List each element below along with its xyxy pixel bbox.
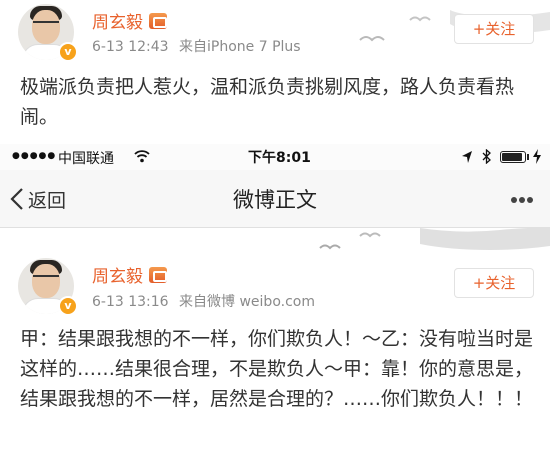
weibo-post-top: v 周玄毅 6-13 12:43 来自iPhone 7 Plus +关注 极端派… xyxy=(0,0,550,138)
bluetooth-icon xyxy=(482,149,491,164)
battery-level xyxy=(502,153,522,161)
author-name[interactable]: 周玄毅 xyxy=(92,8,143,33)
carrier-name: 中国联通 xyxy=(58,151,114,167)
nav-bar: 返回 微博正文 xyxy=(0,170,550,228)
post-text: 甲：结果跟我想的不一样，你们欺负人！～乙：没有啦当时是这样的……结果很合理，不是… xyxy=(20,328,534,410)
charging-bolt-icon xyxy=(533,149,541,164)
wifi-icon xyxy=(134,150,150,163)
battery-tip xyxy=(527,154,529,160)
post-time: 6-13 12:43 xyxy=(92,39,169,55)
verified-badge-icon: v xyxy=(58,296,78,316)
member-icon xyxy=(149,12,167,29)
status-bar: ●●●●● 中国联通 下午8:01 xyxy=(0,144,550,170)
author-name-row: 周玄毅 xyxy=(92,262,167,287)
battery-icon xyxy=(500,151,526,163)
author-name[interactable]: 周玄毅 xyxy=(92,262,143,287)
signal-strength: ●●●●● xyxy=(12,151,57,161)
page-title: 微博正文 xyxy=(233,188,317,212)
location-arrow-icon xyxy=(462,151,472,163)
member-icon xyxy=(149,266,167,283)
post-source: 来自iPhone 7 Plus xyxy=(179,39,301,55)
more-options-icon[interactable] xyxy=(508,188,536,212)
follow-button[interactable]: +关注 xyxy=(454,268,534,298)
post-time: 6-13 13:16 xyxy=(92,294,169,310)
author-name-row: 周玄毅 xyxy=(92,8,167,33)
post-source: 来自微博 weibo.com xyxy=(179,294,315,310)
post-meta: 6-13 13:16 来自微博 weibo.com xyxy=(92,291,315,311)
status-time: 下午8:01 xyxy=(248,150,311,166)
verified-badge-icon: v xyxy=(58,42,78,62)
weibo-post-main: v 周玄毅 6-13 13:16 来自微博 weibo.com +关注 甲：结果… xyxy=(0,228,550,458)
post-text: 极端派负责把人惹火，温和派负责挑剔风度，路人负责看热闹。 xyxy=(20,76,515,128)
post-meta: 6-13 12:43 来自iPhone 7 Plus xyxy=(92,36,301,56)
follow-button[interactable]: +关注 xyxy=(454,14,534,44)
